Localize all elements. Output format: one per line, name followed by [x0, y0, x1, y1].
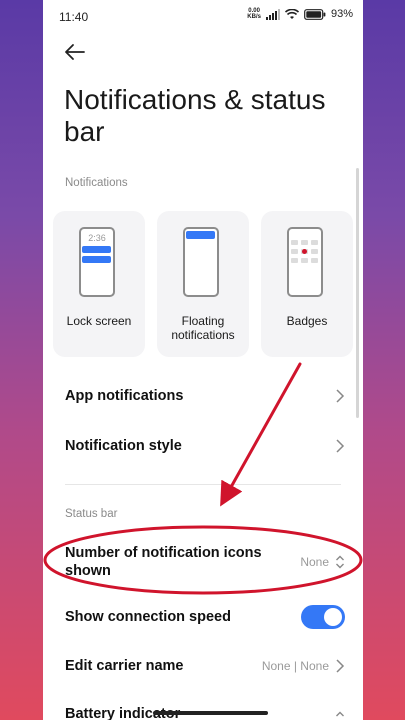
back-arrow-icon[interactable] [63, 40, 87, 64]
lock-screen-preview: 2:36 [79, 227, 115, 297]
chevron-right-icon [336, 439, 345, 453]
section-divider [65, 484, 341, 485]
battery-icon [304, 8, 326, 20]
notification-icons-value: None [300, 555, 329, 569]
status-icons: 0.00 KB/s 93% [247, 8, 353, 20]
lock-screen-card[interactable]: 2:36 Lock screen [53, 211, 145, 357]
home-indicator [153, 711, 268, 715]
status-bar-section-label: Status bar [65, 508, 118, 520]
wifi-icon [284, 8, 299, 19]
connection-speed-toggle[interactable] [301, 605, 345, 629]
chevron-up-down-icon [336, 555, 344, 569]
floating-notifications-card[interactable]: Floating notifications [157, 211, 249, 357]
carrier-name-row[interactable]: Edit carrier name None | None [65, 651, 345, 681]
chevron-right-icon [336, 389, 345, 403]
signal-icon [265, 8, 280, 20]
status-time: 11:40 [59, 10, 89, 24]
battery-indicator-row[interactable]: Battery indicator [65, 699, 345, 720]
badges-card[interactable]: Badges [261, 211, 353, 357]
connection-speed-row: Show connection speed [65, 602, 345, 632]
scrollbar[interactable] [356, 168, 359, 418]
chevron-right-icon [336, 659, 345, 673]
network-speed: 0.00 KB/s [247, 8, 261, 20]
app-notifications-row[interactable]: App notifications [65, 381, 345, 411]
battery-percent: 93% [330, 8, 353, 20]
lock-screen-clock: 2:36 [88, 233, 106, 243]
notification-style-row[interactable]: Notification style [65, 431, 345, 461]
floating-notifications-label: Floating notifications [171, 314, 235, 342]
notifications-section-label: Notifications [65, 177, 128, 189]
page-title: Notifications & status bar [64, 84, 326, 147]
badges-label: Badges [286, 314, 328, 328]
lock-screen-label: Lock screen [66, 314, 132, 328]
notification-icons-row[interactable]: Number of notification icons shown None [65, 543, 345, 581]
status-bar: 11:40 0.00 KB/s 93% [43, 0, 363, 34]
floating-preview [183, 227, 219, 297]
carrier-name-value: None | None [261, 659, 329, 673]
settings-screen: 11:40 0.00 KB/s 93% Notifications & stat… [43, 0, 363, 720]
chevron-up-icon [336, 711, 344, 717]
badges-preview [287, 227, 323, 297]
